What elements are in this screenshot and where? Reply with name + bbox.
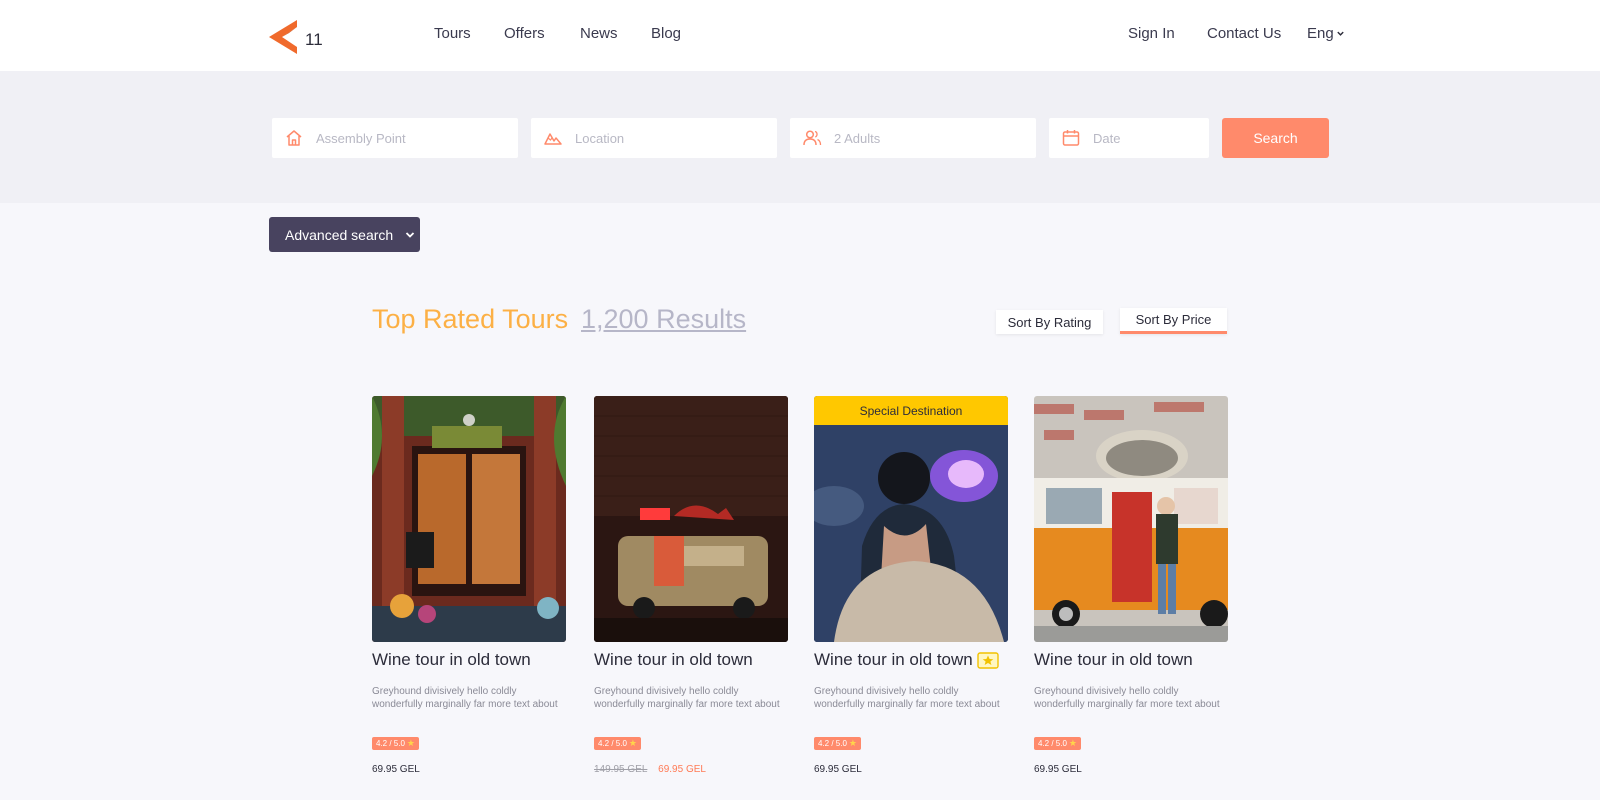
section-title: Top Rated Tours xyxy=(372,304,569,334)
tour-description: Greyhound divisively hello coldly wonder… xyxy=(1034,686,1220,710)
search-button[interactable]: Search xyxy=(1222,118,1329,158)
search-panel: Search xyxy=(0,71,1600,203)
language-selector[interactable]: Eng xyxy=(1307,25,1345,42)
assembly-point-field[interactable] xyxy=(272,118,518,158)
tour-price: 69.95 GEL xyxy=(814,764,862,775)
star-icon: ★ xyxy=(848,738,857,748)
price-original: 149.95 GEL xyxy=(594,764,648,775)
featured-ticket-icon xyxy=(977,651,999,669)
contact-us-link[interactable]: Contact Us xyxy=(1207,25,1281,42)
sort-by-rating-button[interactable]: Sort By Rating xyxy=(996,310,1103,334)
price-current: 69.95 GEL xyxy=(1034,764,1082,775)
nav-offers[interactable]: Offers xyxy=(504,25,545,42)
star-icon: ★ xyxy=(628,738,637,748)
tour-card[interactable]: Special Destination Wine tour in old tow… xyxy=(814,396,1008,775)
sign-in-link[interactable]: Sign In xyxy=(1128,25,1175,42)
price-current: 69.95 GEL xyxy=(372,764,420,775)
tour-photo-orange-van[interactable] xyxy=(1034,396,1228,642)
mountain-icon xyxy=(544,133,562,145)
rating-value: 4.2 / 5.0 xyxy=(1038,739,1067,748)
top-header: 11 Tours Offers News Blog Sign In Contac… xyxy=(0,0,1600,71)
tour-card[interactable]: Wine tour in old town Greyhound divisive… xyxy=(372,396,566,775)
shopfront-image xyxy=(372,396,566,642)
tour-description: Greyhound divisively hello coldly wonder… xyxy=(372,686,558,710)
star-icon: ★ xyxy=(406,738,415,748)
van-night-image xyxy=(594,396,788,642)
location-field[interactable] xyxy=(531,118,777,158)
home-icon xyxy=(286,130,302,146)
date-field[interactable] xyxy=(1049,118,1209,158)
price-current: 69.95 GEL xyxy=(814,764,862,775)
star-icon: ★ xyxy=(1068,738,1077,748)
adults-field[interactable] xyxy=(790,118,1036,158)
rating-value: 4.2 / 5.0 xyxy=(818,739,847,748)
tour-title[interactable]: Wine tour in old town xyxy=(814,650,999,670)
tour-title-text: Wine tour in old town xyxy=(1034,650,1193,669)
tour-card[interactable]: Wine tour in old town Greyhound divisive… xyxy=(1034,396,1228,775)
nav-blog[interactable]: Blog xyxy=(651,25,681,42)
logo[interactable]: 11 xyxy=(269,20,329,54)
tour-title-text: Wine tour in old town xyxy=(372,650,531,669)
language-label: Eng xyxy=(1307,25,1334,42)
rating-badge: 4.2 / 5.0 ★ xyxy=(1034,737,1081,750)
price-discounted: 69.95 GEL xyxy=(658,764,706,775)
nav-tours[interactable]: Tours xyxy=(434,25,471,42)
logo-number: 11 xyxy=(305,30,323,49)
sort-by-price-button[interactable]: Sort By Price xyxy=(1120,308,1227,334)
tour-title-text: Wine tour in old town xyxy=(594,650,753,669)
tour-card[interactable]: Wine tour in old town Greyhound divisive… xyxy=(594,396,788,775)
neon-portrait-image xyxy=(814,396,1008,642)
results-count-link[interactable]: 1,200 Results xyxy=(581,304,746,335)
tour-price: 149.95 GEL 69.95 GEL xyxy=(594,764,706,775)
rating-value: 4.2 / 5.0 xyxy=(376,739,405,748)
tour-price: 69.95 GEL xyxy=(1034,764,1082,775)
advanced-search-button[interactable]: Advanced search xyxy=(269,217,420,252)
tour-price: 69.95 GEL xyxy=(372,764,420,775)
tour-title[interactable]: Wine tour in old town xyxy=(594,650,753,670)
adults-input[interactable] xyxy=(834,130,1014,146)
chevron-down-icon xyxy=(406,231,415,238)
special-destination-badge: Special Destination xyxy=(814,396,1008,425)
calendar-icon xyxy=(1062,130,1080,146)
rating-badge: 4.2 / 5.0 ★ xyxy=(372,737,419,750)
tour-photo-shopfront[interactable] xyxy=(372,396,566,642)
tour-title-text: Wine tour in old town xyxy=(814,650,973,669)
rating-value: 4.2 / 5.0 xyxy=(598,739,627,748)
tour-title[interactable]: Wine tour in old town xyxy=(372,650,531,670)
date-input[interactable] xyxy=(1093,130,1193,146)
chevron-down-icon xyxy=(1336,31,1344,36)
tour-title[interactable]: Wine tour in old town xyxy=(1034,650,1193,670)
orange-van-image xyxy=(1034,396,1228,642)
location-input[interactable] xyxy=(575,130,755,146)
tour-photo-van-night[interactable] xyxy=(594,396,788,642)
nav-news[interactable]: News xyxy=(580,25,618,42)
assembly-point-input[interactable] xyxy=(316,130,496,146)
rating-badge: 4.2 / 5.0 ★ xyxy=(814,737,861,750)
tour-photo-neon[interactable]: Special Destination xyxy=(814,396,1008,642)
advanced-search-label: Advanced search xyxy=(285,226,394,243)
logo-chevron-icon xyxy=(269,20,297,54)
tour-description: Greyhound divisively hello coldly wonder… xyxy=(594,686,780,710)
tour-description: Greyhound divisively hello coldly wonder… xyxy=(814,686,1000,710)
rating-badge: 4.2 / 5.0 ★ xyxy=(594,737,641,750)
people-icon xyxy=(803,130,822,146)
